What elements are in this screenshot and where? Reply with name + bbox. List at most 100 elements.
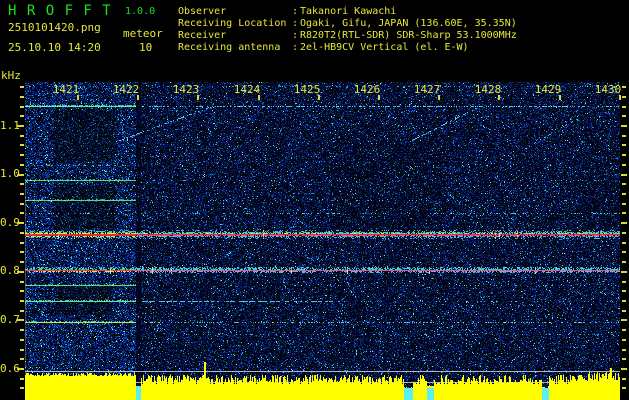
info-row-location: Receiving Location: Ogaki, Gifu, JAPAN (1… xyxy=(178,18,517,30)
info-value: 2el-HB9CV Vertical (el. E-W) xyxy=(300,42,469,53)
freq-minor-tick xyxy=(20,329,24,331)
freq-tick-label: 1.0 xyxy=(0,167,20,180)
freq-tick-label: 0.7 xyxy=(0,313,20,326)
freq-minor-tick-right xyxy=(622,154,626,156)
freq-minor-tick-right xyxy=(622,387,626,389)
freq-minor-tick-right xyxy=(622,135,626,137)
freq-minor-tick xyxy=(20,387,24,389)
time-tick xyxy=(258,95,260,100)
freq-minor-tick xyxy=(20,144,24,146)
freq-minor-tick xyxy=(20,86,24,88)
time-tick xyxy=(318,95,320,100)
freq-minor-tick xyxy=(20,135,24,137)
freq-minor-tick-right xyxy=(622,358,626,360)
info-label: Receiving Location xyxy=(178,18,287,29)
freq-minor-tick-right xyxy=(622,339,626,341)
freq-minor-tick xyxy=(20,115,24,117)
freq-major-tick xyxy=(17,222,24,224)
freq-minor-tick-right xyxy=(622,261,626,263)
time-tick xyxy=(498,95,500,100)
freq-minor-tick-right xyxy=(622,144,626,146)
freq-minor-tick xyxy=(20,96,24,98)
info-separator: : xyxy=(291,18,299,29)
freq-minor-tick-right xyxy=(622,242,626,244)
freq-minor-tick-right xyxy=(622,106,626,108)
app-title: H R O F F T xyxy=(8,3,112,19)
time-tick-label: 1427 xyxy=(413,83,441,96)
freq-minor-tick xyxy=(20,349,24,351)
freq-axis-unit: kHz xyxy=(1,69,21,82)
freq-minor-tick-right xyxy=(622,212,626,214)
freq-minor-tick-right xyxy=(622,378,626,380)
freq-minor-tick xyxy=(20,281,24,283)
freq-minor-tick-right xyxy=(622,96,626,98)
freq-minor-tick-right xyxy=(622,193,626,195)
freq-minor-tick-right xyxy=(622,115,626,117)
time-tick-label: 1430 xyxy=(594,83,622,96)
freq-minor-tick xyxy=(20,154,24,156)
freq-minor-tick xyxy=(20,261,24,263)
info-separator: : xyxy=(291,30,299,41)
freq-minor-tick-right xyxy=(622,349,626,351)
freq-tick-label: 0.8 xyxy=(0,264,20,277)
info-value: Takanori Kawachi xyxy=(300,6,397,17)
freq-major-tick-right xyxy=(621,368,627,370)
time-tick xyxy=(559,95,561,100)
time-tick-label: 1425 xyxy=(293,83,321,96)
info-value: Ogaki, Gifu, JAPAN (136.60E, 35.35N) xyxy=(300,18,517,29)
freq-major-tick xyxy=(17,319,24,321)
freq-minor-tick xyxy=(20,242,24,244)
time-tick xyxy=(137,95,139,100)
freq-major-tick-right xyxy=(621,174,627,176)
time-tick-label: 1429 xyxy=(534,83,562,96)
hrofft-screen: H R O F F T 1.0.0 2510101420.png meteor … xyxy=(0,0,629,400)
freq-minor-tick xyxy=(20,300,24,302)
spectrogram-canvas xyxy=(25,82,620,400)
freq-minor-tick-right xyxy=(622,203,626,205)
time-tick xyxy=(619,95,621,100)
time-tick xyxy=(197,95,199,100)
freq-minor-tick xyxy=(20,251,24,253)
info-row-receiver: Receiver: R820T2(RTL-SDR) SDR-Sharp 53.10… xyxy=(178,30,517,42)
station-info: Observer: Takanori Kawachi Receiving Loca… xyxy=(178,6,517,54)
freq-minor-tick-right xyxy=(622,232,626,234)
info-separator: : xyxy=(291,6,299,17)
freq-major-tick xyxy=(17,125,24,127)
freq-major-tick-right xyxy=(621,319,627,321)
observation-datetime: 25.10.10 14:20 xyxy=(8,41,101,54)
freq-minor-tick xyxy=(20,183,24,185)
info-label: Receiver xyxy=(178,30,227,41)
freq-major-tick xyxy=(17,368,24,370)
freq-minor-tick xyxy=(20,164,24,166)
freq-minor-tick xyxy=(20,358,24,360)
output-filename: 2510101420.png xyxy=(8,21,101,34)
freq-minor-tick-right xyxy=(622,281,626,283)
freq-minor-tick xyxy=(20,310,24,312)
time-tick-label: 1424 xyxy=(233,83,261,96)
freq-major-tick-right xyxy=(621,271,627,273)
freq-minor-tick-right xyxy=(622,300,626,302)
time-tick-label: 1423 xyxy=(172,83,200,96)
info-label: Observer xyxy=(178,6,227,17)
freq-tick-label: 1.1 xyxy=(0,119,20,132)
freq-minor-tick xyxy=(20,290,24,292)
freq-tick-label: 0.6 xyxy=(0,362,20,375)
freq-minor-tick xyxy=(20,232,24,234)
info-separator: : xyxy=(291,42,299,53)
freq-major-tick-right xyxy=(621,125,627,127)
freq-minor-tick-right xyxy=(622,183,626,185)
time-tick-label: 1426 xyxy=(353,83,381,96)
freq-major-tick-right xyxy=(621,222,627,224)
time-tick-label: 1421 xyxy=(52,83,80,96)
freq-minor-tick xyxy=(20,212,24,214)
app-version: 1.0.0 xyxy=(125,6,156,17)
freq-tick-label: 0.9 xyxy=(0,216,20,229)
echo-count: 10 xyxy=(139,41,153,54)
freq-minor-tick-right xyxy=(622,290,626,292)
freq-minor-tick xyxy=(20,378,24,380)
freq-minor-tick-right xyxy=(622,86,626,88)
info-row-observer: Observer: Takanori Kawachi xyxy=(178,6,517,18)
freq-minor-tick-right xyxy=(622,164,626,166)
freq-minor-tick xyxy=(20,193,24,195)
freq-minor-tick xyxy=(20,339,24,341)
